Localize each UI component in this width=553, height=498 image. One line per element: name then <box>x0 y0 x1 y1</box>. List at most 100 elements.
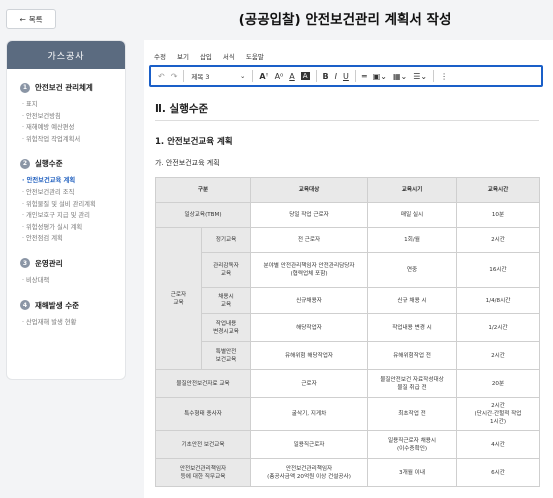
table-row: 안전보건관리책임자 등에 대한 직무교육 안전보건관리책임자 (총공사금액 20… <box>154 458 541 487</box>
sidebar-item-policy[interactable]: 안전보건방침 <box>22 111 125 123</box>
section-title: 실행수준 <box>35 159 63 169</box>
sidebar-item-organization[interactable]: 안전보건관리 조직 <box>22 187 125 199</box>
sidebar-section-1: 1 안전보건 관리체계 표지 안전보건방침 재해예방 예산편성 위험작업 작업계획… <box>7 82 125 145</box>
table-cell[interactable]: 전 근로자 <box>250 227 369 253</box>
table-cell[interactable]: 매일 실시 <box>367 202 458 228</box>
underline-icon[interactable]: U <box>340 67 352 85</box>
table-header: 교육대상 <box>250 177 369 203</box>
back-button[interactable]: ← 목록 <box>6 9 56 29</box>
sidebar-item-inspection[interactable]: 안전점검 계획 <box>22 233 125 245</box>
more-icon[interactable]: ⋮ <box>437 67 451 85</box>
table-cell: 물질안전보건자료 교육 <box>154 369 252 398</box>
table-cell[interactable]: 10분 <box>456 202 541 228</box>
font-size-icon[interactable]: Aꜛ <box>256 67 271 85</box>
arrow-left-icon: ← <box>19 14 26 24</box>
table-cell[interactable]: 연중 <box>367 252 458 288</box>
table-header: 구분 <box>154 177 252 203</box>
table-cell: 근로자 교육 <box>155 227 202 370</box>
table-cell[interactable]: 20분 <box>456 369 541 398</box>
table-icon[interactable]: ▦⌄ <box>390 67 410 85</box>
table-row: 근로자 교육 정기교육 전 근로자 1회/월 2시간 <box>155 227 541 370</box>
table-cell[interactable]: 일용직근로자 채용시 (이수증확인) <box>367 430 458 459</box>
italic-icon[interactable]: I <box>332 67 340 85</box>
sidebar-item-accidents[interactable]: 산업재해 발생 현황 <box>22 317 125 329</box>
table-cell[interactable]: 일용직근로자 <box>250 430 369 459</box>
back-label: 목록 <box>28 14 43 24</box>
sidebar-item-budget[interactable]: 재해예방 예산편성 <box>22 122 125 134</box>
table-row: 기초안전 보건교육 일용직근로자 일용직근로자 채용시 (이수증확인) 4시간 <box>154 430 541 459</box>
sidebar-item-workplan[interactable]: 위험작업 작업계획서 <box>22 134 125 146</box>
table-cell[interactable]: 굴삭기, 지게차 <box>250 397 369 431</box>
section-number: 3 <box>20 258 30 269</box>
table-cell[interactable]: 근로자 <box>250 369 369 398</box>
table-cell[interactable]: 분야별 안전관리책임자 안전관리담당자 (협력업체 포함) <box>250 252 369 288</box>
table-row: 특별안전 보건교육 유해위험 해당작업자 유해위험작업 전 2시간 <box>156 341 541 370</box>
table-row: 채용시 교육 신규채용자 신규 채용 시 1/4/8시간 <box>156 287 541 314</box>
section-number: 1 <box>20 82 30 93</box>
page-title: (공공입찰) 안전보건관리 계획서 작성 <box>238 12 452 28</box>
editor-panel: 수정 보기 삽입 서식 도움말 ↶ ↷ 제목 3 ⌄ Aꜛ A⁰ A A B I … <box>144 40 553 498</box>
table-cell: 특수형태 종사자 <box>154 397 252 431</box>
table-cell[interactable]: 1/2시간 <box>456 313 541 342</box>
table-cell[interactable]: 유해위험 해당작업자 <box>250 341 369 370</box>
highlight-icon[interactable]: A <box>298 67 313 85</box>
chevron-down-icon: ⌄ <box>239 72 246 80</box>
table-cell[interactable]: 최초작업 전 <box>367 397 458 431</box>
menu-help[interactable]: 도움말 <box>246 51 264 61</box>
sidebar-item-risk[interactable]: 위험성평가 실시 계획 <box>22 222 125 234</box>
sidebar-section-3: 3 운영관리 비상대책 <box>7 258 125 287</box>
table-cell[interactable]: 작업내용 변경 시 <box>367 313 458 342</box>
table-cell[interactable]: 해당작업자 <box>250 313 369 342</box>
section-title: 재해발생 수준 <box>35 300 80 310</box>
table-cell[interactable]: 유해위험작업 전 <box>367 341 458 370</box>
hr-icon[interactable]: ═ <box>359 67 370 85</box>
sidebar-item-ppe[interactable]: 개인보호구 지급 및 관리 <box>22 210 125 222</box>
sidebar-item-emergency[interactable]: 비상대책 <box>22 275 125 287</box>
divider <box>155 120 539 121</box>
table-cell[interactable]: 2시간 (단시간·간헐적 작업 1시간) <box>456 397 541 431</box>
doc-subsubheading: 가. 안전보건교육 계획 <box>155 159 220 167</box>
superscript-icon[interactable]: A⁰ <box>272 67 287 85</box>
block-style-value: 제목 3 <box>191 73 210 81</box>
table-cell[interactable]: 2시간 <box>456 341 541 370</box>
education-table: 구분 교육대상 교육시기 교육시간 일상교육(TBM) 당일 작업 근로자 매일… <box>154 177 541 487</box>
section-title: 운영관리 <box>35 258 63 268</box>
bold-icon[interactable]: B <box>320 67 332 85</box>
section-number: 4 <box>20 300 30 311</box>
image-icon[interactable]: ▣⌄ <box>370 67 390 85</box>
table-cell[interactable]: 물질안전보건 자료작성대상 물질 취급 전 <box>367 369 458 398</box>
align-icon[interactable]: ☰⌄ <box>410 67 430 85</box>
section-title: 안전보건 관리체계 <box>35 83 93 92</box>
table-cell: 관리감독자 교육 <box>200 252 252 288</box>
block-style-select[interactable]: 제목 3 ⌄ <box>187 71 249 81</box>
menu-format[interactable]: 서식 <box>223 51 235 61</box>
table-row: 작업내용 변경시교육 해당작업자 작업내용 변경 시 1/2시간 <box>156 313 541 342</box>
table-cell[interactable]: 신규 채용 시 <box>367 287 458 314</box>
menu-insert[interactable]: 삽입 <box>200 51 212 61</box>
table-cell[interactable]: 당일 작업 근로자 <box>250 202 369 228</box>
table-cell: 기초안전 보건교육 <box>154 430 252 459</box>
sidebar: 가스공사 1 안전보건 관리체계 표지 안전보건방침 재해예방 예산편성 위험작업… <box>6 40 126 380</box>
sidebar-item-hazard[interactable]: 위험물질 및 설비 관리계획 <box>22 199 125 211</box>
sidebar-section-2: 2 실행수준 안전보건교육 계획 안전보건관리 조직 위험물질 및 설비 관리계획… <box>7 158 125 245</box>
table-cell[interactable]: 4시간 <box>456 430 541 459</box>
table-cell[interactable]: 16시간 <box>456 252 541 288</box>
table-cell[interactable]: 신규채용자 <box>250 287 369 314</box>
menu-edit[interactable]: 수정 <box>154 51 166 61</box>
undo-icon[interactable]: ↶ <box>155 67 168 85</box>
table-cell: 작업내용 변경시교육 <box>200 313 252 342</box>
sidebar-title: 가스공사 <box>7 41 125 69</box>
sidebar-item-cover[interactable]: 표지 <box>22 99 125 111</box>
font-color-icon[interactable]: A <box>286 67 297 85</box>
table-cell[interactable]: 6시간 <box>456 458 541 487</box>
menu-view[interactable]: 보기 <box>177 51 189 61</box>
table-cell[interactable]: 안전보건관리책임자 (총공사금액 20억원 이상 건설공사) <box>250 458 369 487</box>
sidebar-item-education[interactable]: 안전보건교육 계획 <box>22 175 125 187</box>
redo-icon[interactable]: ↷ <box>168 67 181 85</box>
table-cell: 안전보건관리책임자 등에 대한 직무교육 <box>154 458 252 487</box>
doc-heading: Ⅱ. 실행수준 <box>155 103 209 115</box>
table-cell[interactable]: 1/4/8시간 <box>456 287 541 314</box>
table-cell[interactable]: 1회/월 <box>367 227 458 253</box>
table-cell[interactable]: 2시간 <box>456 227 541 253</box>
table-cell[interactable]: 3개월 이내 <box>367 458 458 487</box>
